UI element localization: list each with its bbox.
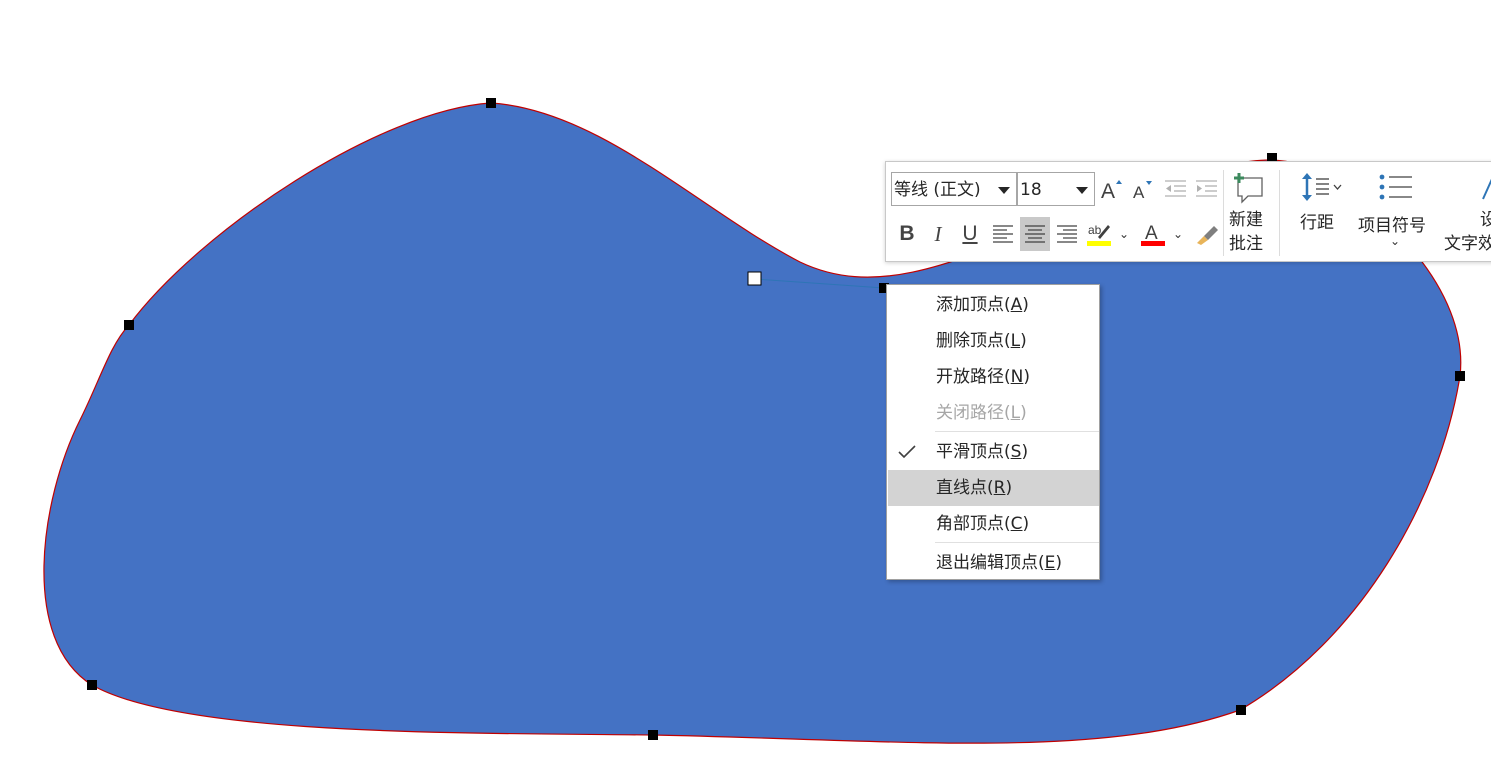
menu-item-smooth-point[interactable]: 平滑顶点(S) [888, 434, 1099, 470]
grow-font-button[interactable]: A [1097, 172, 1127, 206]
underline-label: U [962, 222, 978, 245]
align-left-icon [993, 225, 1013, 243]
menu-separator [935, 431, 1099, 432]
svg-text:ab: ab [1088, 223, 1102, 237]
dropdown-arrow-icon [998, 187, 1010, 194]
menu-item-label: 关闭路径(L) [936, 403, 1027, 423]
font-name-combo[interactable]: 等线 (正文) [891, 172, 1017, 206]
shrink-font-button[interactable]: A [1127, 172, 1157, 206]
vertex-handle[interactable] [1455, 371, 1465, 381]
font-color-button[interactable]: A [1138, 217, 1168, 251]
line-spacing-label: 行距 [1300, 213, 1334, 233]
align-left-button[interactable] [988, 217, 1018, 251]
menu-separator [935, 542, 1099, 543]
menu-item-label: 直线点(R) [936, 478, 1013, 498]
increase-indent-button[interactable] [1191, 172, 1221, 206]
svg-text:A: A [1101, 180, 1115, 202]
menu-item-delete-point[interactable]: 删除顶点(L) [888, 323, 1099, 359]
menu-item-label: 退出编辑顶点(E) [936, 553, 1063, 573]
menu-item-label: 开放路径(N) [936, 367, 1030, 387]
highlight-color-button[interactable]: ab [1084, 217, 1114, 251]
checkmark-icon [898, 445, 916, 459]
toolbar-separator [1223, 170, 1224, 256]
text-effects-icon [1482, 178, 1491, 200]
svg-text:A: A [1133, 183, 1145, 202]
dropdown-arrow-icon [1076, 187, 1088, 194]
vertex-handle[interactable] [124, 320, 134, 330]
underline-button[interactable]: U [955, 217, 985, 251]
svg-text:A: A [1145, 223, 1158, 244]
vertex-handle[interactable] [1236, 705, 1246, 715]
menu-item-exit-edit-points[interactable]: 退出编辑顶点(E) [888, 545, 1099, 581]
align-center-icon [1025, 225, 1045, 243]
menu-item-corner-point[interactable]: 角部顶点(C) [888, 506, 1099, 542]
line-spacing-icon [1302, 173, 1342, 201]
text-effects-button[interactable]: 设 文字效 [1442, 168, 1491, 258]
vertex-handle[interactable] [486, 98, 496, 108]
font-size-value: 18 [1020, 180, 1042, 200]
align-center-button[interactable] [1020, 217, 1050, 251]
font-color-icon: A [1141, 223, 1165, 246]
decrease-indent-button[interactable] [1160, 172, 1190, 206]
menu-item-close-path: 关闭路径(L) [888, 395, 1099, 431]
new-comment-label-line1: 新建 [1229, 210, 1263, 230]
format-painter-icon [1197, 226, 1218, 245]
mini-toolbar: 等线 (正文) 18 A A B I U ab ⌄ A ⌄ 新建 批注 行距 项… [885, 161, 1491, 262]
font-name-value: 等线 (正文) [894, 180, 981, 200]
drawing-canvas [43, 98, 1465, 744]
bold-button[interactable]: B [892, 217, 922, 251]
menu-item-add-point[interactable]: 添加顶点(A) [888, 287, 1099, 323]
font-color-dropdown[interactable]: ⌄ [1172, 217, 1184, 251]
menu-item-open-path[interactable]: 开放路径(N) [888, 359, 1099, 395]
bezier-control-handle[interactable] [747, 271, 762, 286]
grow-font-icon: A [1101, 180, 1122, 202]
menu-item-label: 添加顶点(A) [936, 295, 1029, 315]
menu-item-label: 平滑顶点(S) [936, 442, 1029, 462]
bullets-button[interactable]: 项目符号 ⌄ [1356, 168, 1436, 258]
edit-points-context-menu: 添加顶点(A) 删除顶点(L) 开放路径(N) 关闭路径(L) 平滑顶点(S) … [886, 284, 1100, 580]
shrink-font-icon: A [1133, 181, 1152, 202]
decrease-indent-icon [1165, 180, 1186, 197]
bullets-dropdown-arrow-icon: ⌄ [1390, 234, 1401, 248]
menu-item-label: 删除顶点(L) [936, 331, 1027, 351]
italic-label: I [934, 221, 942, 246]
align-right-icon [1057, 225, 1077, 243]
bullets-icon [1379, 174, 1412, 200]
highlight-color-dropdown[interactable]: ⌄ [1118, 217, 1130, 251]
new-comment-button[interactable]: 新建 批注 [1226, 168, 1270, 258]
increase-indent-icon [1196, 180, 1217, 197]
text-effects-label-line1: 设 [1480, 210, 1491, 230]
menu-item-label: 角部顶点(C) [936, 514, 1030, 534]
line-spacing-button[interactable]: 行距 [1291, 168, 1351, 258]
vertex-handle[interactable] [648, 730, 658, 740]
align-right-button[interactable] [1052, 217, 1082, 251]
toolbar-separator [1279, 170, 1280, 256]
highlighter-icon: ab [1087, 223, 1111, 246]
font-size-combo[interactable]: 18 [1017, 172, 1095, 206]
new-comment-icon [1234, 173, 1263, 204]
text-effects-label-line2: 文字效 [1444, 234, 1491, 254]
format-painter-button[interactable] [1192, 217, 1222, 251]
vertex-handle[interactable] [87, 680, 97, 690]
menu-item-straight-point[interactable]: 直线点(R) [888, 470, 1099, 506]
italic-button[interactable]: I [923, 217, 953, 251]
new-comment-label-line2: 批注 [1229, 234, 1263, 254]
bold-label: B [899, 222, 915, 245]
